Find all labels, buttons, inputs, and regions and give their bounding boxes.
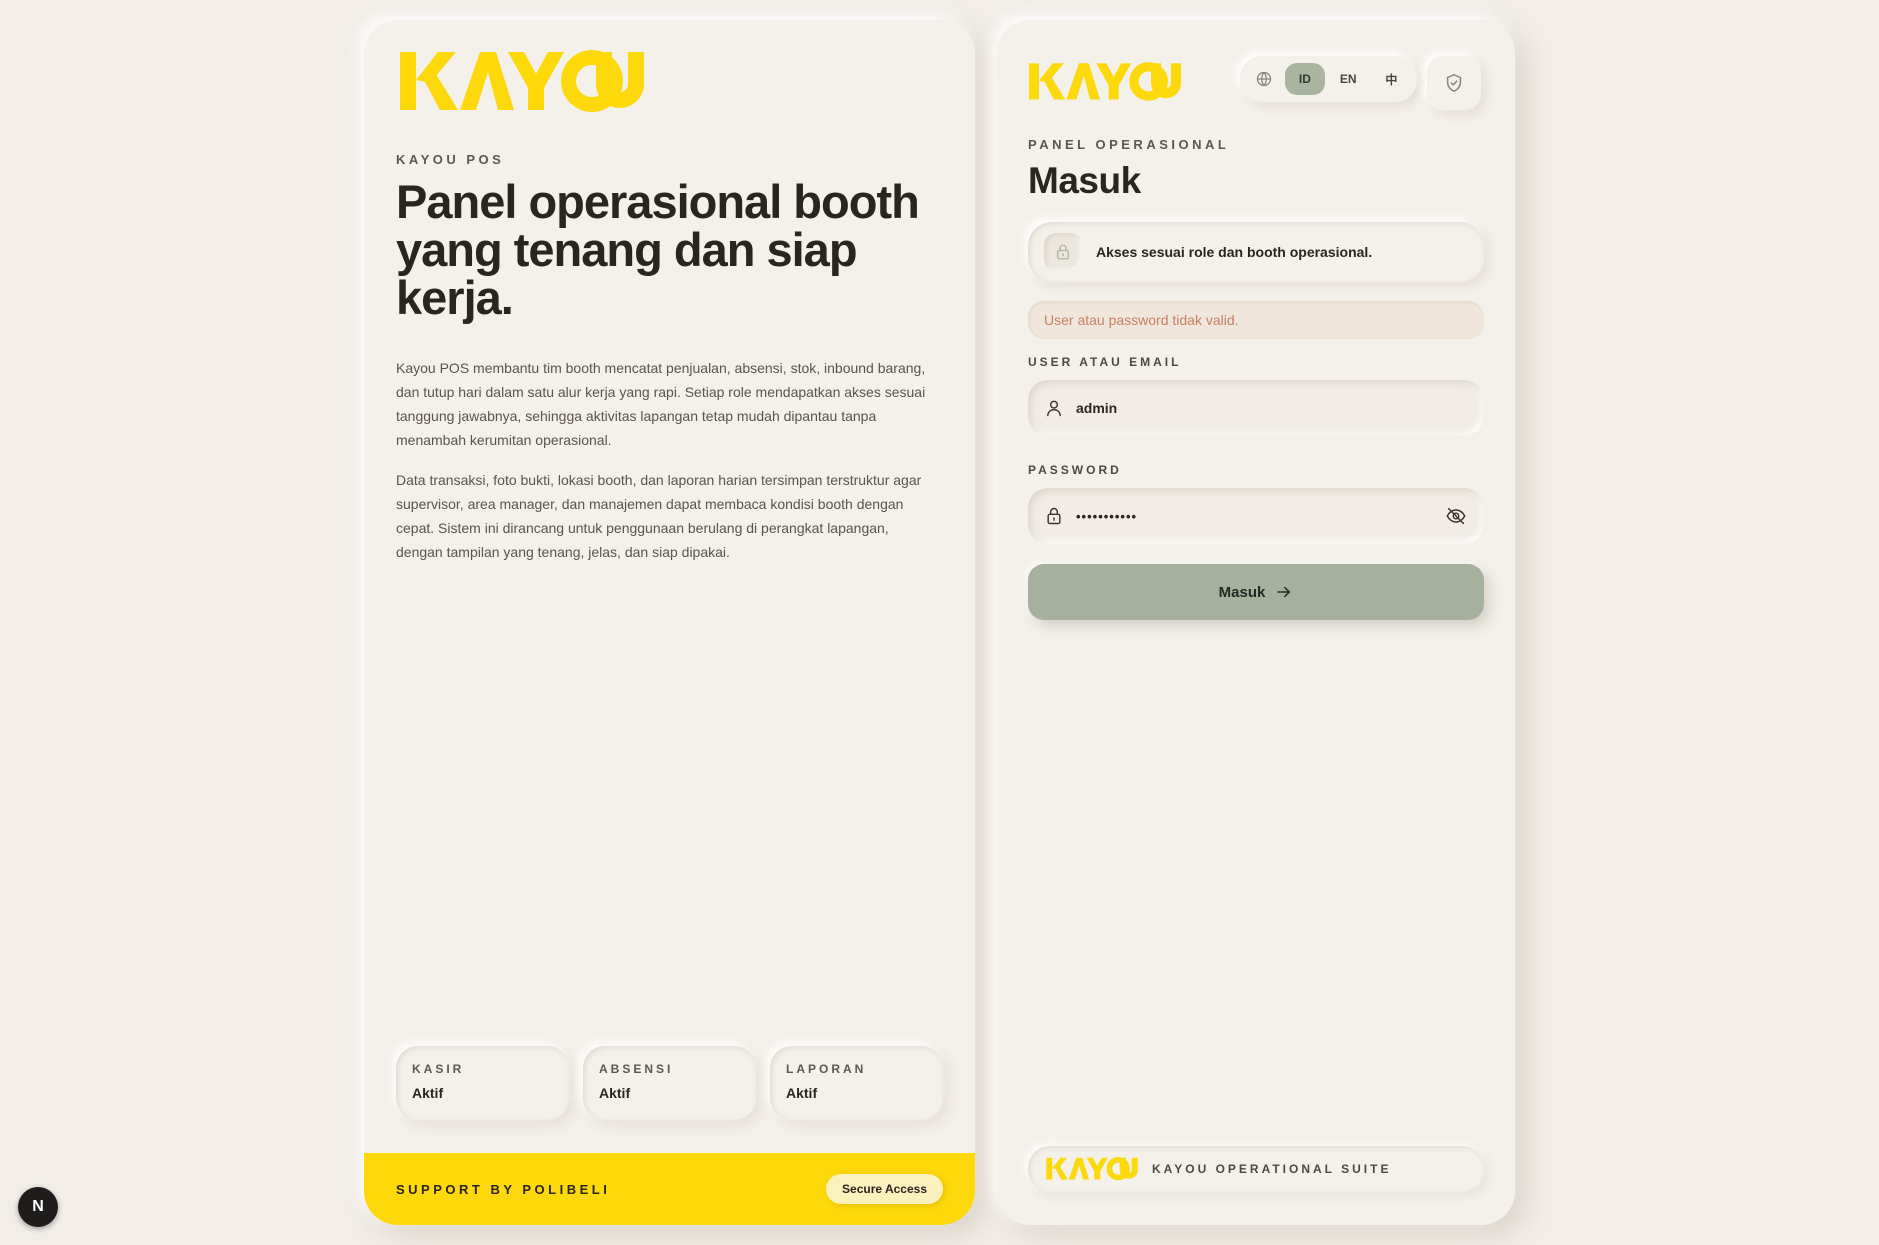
error-message: User atau password tidak valid. (1028, 301, 1484, 339)
support-text: SUPPORT BY POLIBELI (396, 1181, 611, 1197)
stat-label: ABSENSI (599, 1062, 674, 1076)
kayou-logo (1029, 62, 1181, 101)
stat-card-absensi: ABSENSI Aktif (583, 1046, 756, 1120)
suite-footer: KAYOU OPERATIONAL SUITE (1028, 1146, 1484, 1192)
hero-title: Panel operasional booth yang tenang dan … (396, 175, 920, 324)
support-footer: SUPPORT BY POLIBELI Secure Access (364, 1153, 975, 1225)
kayou-logo (400, 50, 644, 112)
detail-paragraph: Data transaksi, foto bukti, lokasi booth… (396, 472, 922, 560)
arrow-right-icon (1277, 586, 1291, 598)
stat-value: Aktif (412, 1085, 444, 1101)
security-button[interactable] (1427, 56, 1481, 110)
user-field-label: USER ATAU EMAIL (1028, 355, 1182, 369)
language-switcher: ID EN 中 (1240, 56, 1417, 102)
form-eyebrow: PANEL OPERASIONAL (1028, 137, 1230, 152)
login-panel: ID EN 中 PANEL OPERASIONAL Masuk Akses se… (997, 20, 1515, 1225)
toggle-password-visibility[interactable] (1444, 504, 1468, 528)
stat-value: Aktif (786, 1085, 818, 1101)
lock-icon (1047, 507, 1061, 525)
language-option-zh[interactable]: 中 (1372, 63, 1411, 95)
password-field-label: PASSWORD (1028, 463, 1122, 477)
module-status-row: KASIR Aktif ABSENSI Aktif LAPORAN Aktif (396, 1046, 943, 1120)
stat-label: LAPORAN (786, 1062, 867, 1076)
user-field[interactable]: admin (1028, 380, 1484, 436)
password-input[interactable]: ••••••••••• (1076, 509, 1432, 524)
product-eyebrow: KAYOU POS (396, 152, 505, 167)
stat-value: Aktif (599, 1085, 631, 1101)
user-icon (1047, 400, 1061, 417)
kayou-logo (1046, 1157, 1138, 1181)
suite-text: KAYOU OPERATIONAL SUITE (1152, 1162, 1392, 1176)
lock-icon (1044, 233, 1082, 271)
globe-icon (1246, 61, 1281, 97)
nextjs-dev-badge[interactable]: N (18, 1187, 58, 1227)
language-option-id[interactable]: ID (1285, 63, 1325, 95)
secure-access-badge: Secure Access (826, 1174, 943, 1204)
user-input[interactable]: admin (1076, 400, 1468, 416)
password-field[interactable]: ••••••••••• (1028, 488, 1484, 544)
eye-off-icon (1446, 507, 1466, 525)
language-option-en[interactable]: EN (1329, 63, 1368, 95)
shield-check-icon (1446, 74, 1462, 92)
login-button[interactable]: Masuk (1028, 564, 1484, 620)
access-info-box: Akses sesuai role dan booth operasional. (1028, 222, 1484, 282)
access-info-text: Akses sesuai role dan booth operasional. (1096, 244, 1373, 260)
intro-panel: KAYOU POS Panel operasional booth yang t… (364, 20, 975, 1225)
stat-label: KASIR (412, 1062, 465, 1076)
intro-paragraph: Kayou POS membantu tim booth mencatat pe… (396, 360, 926, 448)
login-button-label: Masuk (1218, 583, 1266, 601)
stat-card-kasir: KASIR Aktif (396, 1046, 569, 1120)
stat-card-laporan: LAPORAN Aktif (770, 1046, 943, 1120)
form-title: Masuk (1028, 160, 1141, 201)
